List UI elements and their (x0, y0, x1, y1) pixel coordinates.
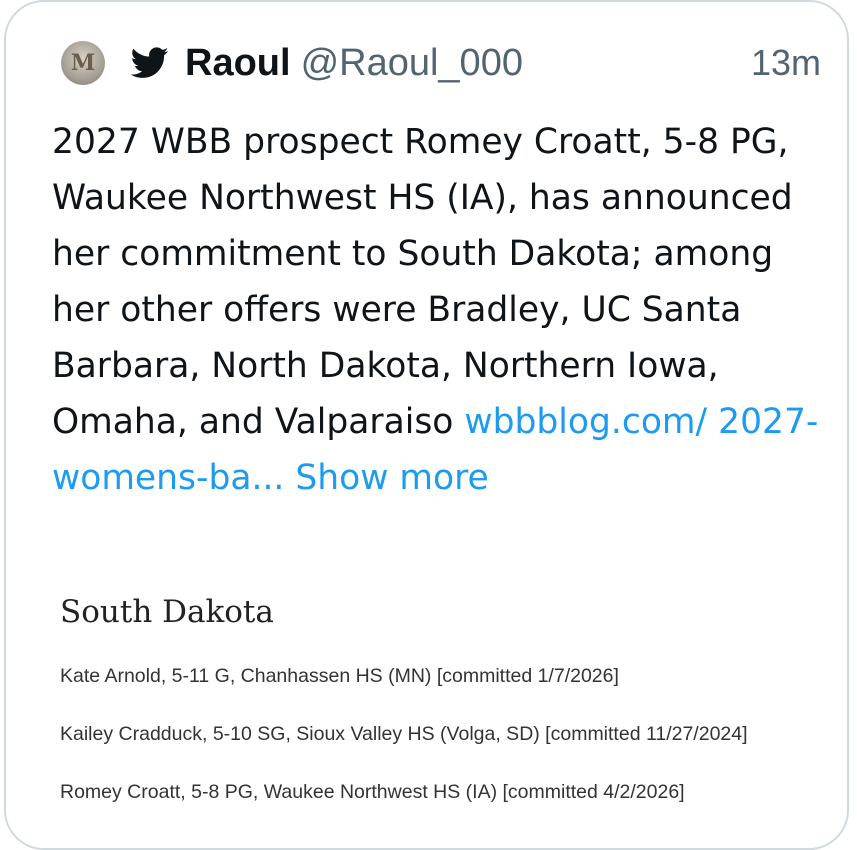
user-handle[interactable]: @Raoul_000 (301, 42, 523, 85)
twitter-bird-icon (131, 47, 169, 78)
display-name[interactable]: Raoul (185, 42, 291, 85)
tweet-card[interactable]: M Raoul @Raoul_000 13m 2027 WBB prospect… (4, 0, 849, 850)
list-item: Romey Croatt, 5-8 PG, Waukee Northwest H… (60, 781, 685, 803)
attached-image[interactable]: South Dakota Kate Arnold, 5-11 G, Chanha… (60, 590, 820, 838)
list-item: Kailey Cradduck, 5-10 SG, Sioux Valley H… (60, 723, 748, 745)
tweet-header: M Raoul @Raoul_000 13m (61, 40, 821, 86)
tweet-text: 2027 WBB prospect Romey Croatt, 5-8 PG, … (52, 114, 822, 506)
timestamp[interactable]: 13m (751, 42, 821, 84)
avatar-letter: M (70, 50, 96, 76)
avatar[interactable]: M (61, 41, 105, 85)
list-item: Kate Arnold, 5-11 G, Chanhassen HS (MN) … (60, 665, 619, 687)
tweet-body-text: 2027 WBB prospect Romey Croatt, 5-8 PG, … (52, 122, 793, 442)
clip-title: South Dakota (60, 594, 274, 630)
show-more-link[interactable]: Show more (284, 458, 488, 498)
